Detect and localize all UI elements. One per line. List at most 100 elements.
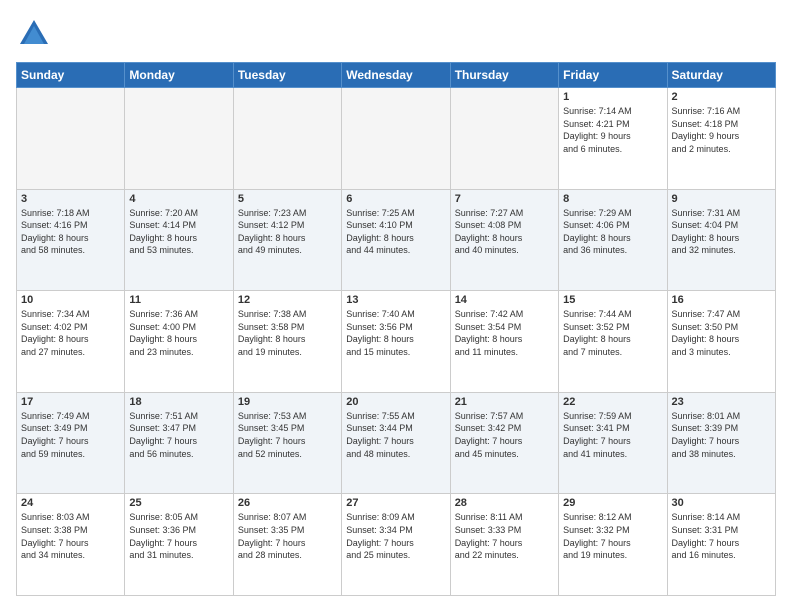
day-info: Sunrise: 7:25 AM Sunset: 4:10 PM Dayligh… [346,207,445,257]
day-info: Sunrise: 7:14 AM Sunset: 4:21 PM Dayligh… [563,105,662,155]
day-number: 18 [129,396,228,408]
calendar-cell: 1Sunrise: 7:14 AM Sunset: 4:21 PM Daylig… [559,88,667,190]
calendar-cell [450,88,558,190]
calendar-cell: 13 Sunrise: 7:40 AM Sunset: 3:56 PM Dayli… [342,291,450,393]
calendar-cell: 17 Sunrise: 7:49 AM Sunset: 3:49 PM Dayli… [17,392,125,494]
day-info: Sunrise: 7:42 AM Sunset: 3:54 PM Dayligh… [455,308,554,358]
weekday-header-row: SundayMondayTuesdayWednesdayThursdayFrid… [17,63,776,88]
header [16,16,776,52]
day-info: Sunrise: 7:51 AM Sunset: 3:47 PM Dayligh… [129,410,228,460]
calendar-cell: 23 Sunrise: 8:01 AM Sunset: 3:39 PM Dayli… [667,392,775,494]
day-info: Sunrise: 7:23 AM Sunset: 4:12 PM Dayligh… [238,207,337,257]
day-info: Sunrise: 8:09 AM Sunset: 3:34 PM Dayligh… [346,511,445,561]
calendar-cell: 21 Sunrise: 7:57 AM Sunset: 3:42 PM Dayli… [450,392,558,494]
weekday-header-saturday: Saturday [667,63,775,88]
weekday-header-thursday: Thursday [450,63,558,88]
day-info: Sunrise: 7:59 AM Sunset: 3:41 PM Dayligh… [563,410,662,460]
calendar-cell: 29 Sunrise: 8:12 AM Sunset: 3:32 PM Dayli… [559,494,667,596]
day-number: 29 [563,497,662,509]
calendar-cell: 5 Sunrise: 7:23 AM Sunset: 4:12 PM Daylig… [233,189,341,291]
day-number: 23 [672,396,771,408]
day-number: 6 [346,193,445,205]
day-number: 26 [238,497,337,509]
calendar-cell: 27 Sunrise: 8:09 AM Sunset: 3:34 PM Dayli… [342,494,450,596]
day-number: 25 [129,497,228,509]
day-info: Sunrise: 7:57 AM Sunset: 3:42 PM Dayligh… [455,410,554,460]
day-number: 3 [21,193,120,205]
week-row-4: 17 Sunrise: 7:49 AM Sunset: 3:49 PM Dayli… [17,392,776,494]
calendar-cell: 10 Sunrise: 7:34 AM Sunset: 4:02 PM Dayli… [17,291,125,393]
calendar-cell: 14 Sunrise: 7:42 AM Sunset: 3:54 PM Dayli… [450,291,558,393]
weekday-header-friday: Friday [559,63,667,88]
day-number: 13 [346,294,445,306]
day-number: 9 [672,193,771,205]
day-info: Sunrise: 7:27 AM Sunset: 4:08 PM Dayligh… [455,207,554,257]
day-info: Sunrise: 7:34 AM Sunset: 4:02 PM Dayligh… [21,308,120,358]
day-number: 27 [346,497,445,509]
calendar-cell: 4 Sunrise: 7:20 AM Sunset: 4:14 PM Daylig… [125,189,233,291]
logo-icon [16,16,52,52]
calendar-cell [342,88,450,190]
day-info: Sunrise: 8:12 AM Sunset: 3:32 PM Dayligh… [563,511,662,561]
weekday-header-tuesday: Tuesday [233,63,341,88]
day-number: 24 [21,497,120,509]
day-number: 28 [455,497,554,509]
weekday-header-monday: Monday [125,63,233,88]
day-info: Sunrise: 8:14 AM Sunset: 3:31 PM Dayligh… [672,511,771,561]
day-number: 14 [455,294,554,306]
day-number: 22 [563,396,662,408]
calendar-cell: 22 Sunrise: 7:59 AM Sunset: 3:41 PM Dayli… [559,392,667,494]
day-info: Sunrise: 7:31 AM Sunset: 4:04 PM Dayligh… [672,207,771,257]
day-info: Sunrise: 7:40 AM Sunset: 3:56 PM Dayligh… [346,308,445,358]
weekday-header-wednesday: Wednesday [342,63,450,88]
day-info: Sunrise: 8:03 AM Sunset: 3:38 PM Dayligh… [21,511,120,561]
week-row-1: 1Sunrise: 7:14 AM Sunset: 4:21 PM Daylig… [17,88,776,190]
calendar-cell: 24 Sunrise: 8:03 AM Sunset: 3:38 PM Dayli… [17,494,125,596]
calendar-cell: 26 Sunrise: 8:07 AM Sunset: 3:35 PM Dayli… [233,494,341,596]
calendar-cell: 20Sunrise: 7:55 AM Sunset: 3:44 PM Dayli… [342,392,450,494]
day-info: Sunrise: 7:44 AM Sunset: 3:52 PM Dayligh… [563,308,662,358]
day-number: 30 [672,497,771,509]
day-number: 15 [563,294,662,306]
calendar-cell [233,88,341,190]
day-number: 10 [21,294,120,306]
day-info: Sunrise: 7:18 AM Sunset: 4:16 PM Dayligh… [21,207,120,257]
week-row-3: 10 Sunrise: 7:34 AM Sunset: 4:02 PM Dayli… [17,291,776,393]
calendar-cell: 3 Sunrise: 7:18 AM Sunset: 4:16 PM Daylig… [17,189,125,291]
day-info: Sunrise: 7:47 AM Sunset: 3:50 PM Dayligh… [672,308,771,358]
day-info: Sunrise: 8:11 AM Sunset: 3:33 PM Dayligh… [455,511,554,561]
day-info: Sunrise: 7:16 AM Sunset: 4:18 PM Dayligh… [672,105,771,155]
calendar-cell: 19Sunrise: 7:53 AM Sunset: 3:45 PM Dayli… [233,392,341,494]
calendar-cell: 11Sunrise: 7:36 AM Sunset: 4:00 PM Dayli… [125,291,233,393]
day-number: 16 [672,294,771,306]
day-number: 12 [238,294,337,306]
day-number: 21 [455,396,554,408]
day-number: 20 [346,396,445,408]
calendar-cell: 16 Sunrise: 7:47 AM Sunset: 3:50 PM Dayli… [667,291,775,393]
calendar-cell: 9 Sunrise: 7:31 AM Sunset: 4:04 PM Daylig… [667,189,775,291]
calendar-cell [125,88,233,190]
day-number: 5 [238,193,337,205]
weekday-header-sunday: Sunday [17,63,125,88]
day-number: 4 [129,193,228,205]
day-info: Sunrise: 7:38 AM Sunset: 3:58 PM Dayligh… [238,308,337,358]
logo [16,16,58,52]
day-info: Sunrise: 8:01 AM Sunset: 3:39 PM Dayligh… [672,410,771,460]
day-info: Sunrise: 7:53 AM Sunset: 3:45 PM Dayligh… [238,410,337,460]
day-info: Sunrise: 7:20 AM Sunset: 4:14 PM Dayligh… [129,207,228,257]
day-number: 2 [672,91,771,103]
calendar: SundayMondayTuesdayWednesdayThursdayFrid… [16,62,776,596]
day-info: Sunrise: 8:07 AM Sunset: 3:35 PM Dayligh… [238,511,337,561]
calendar-cell: 7 Sunrise: 7:27 AM Sunset: 4:08 PM Daylig… [450,189,558,291]
calendar-cell [17,88,125,190]
calendar-cell: 15 Sunrise: 7:44 AM Sunset: 3:52 PM Dayli… [559,291,667,393]
calendar-cell: 25 Sunrise: 8:05 AM Sunset: 3:36 PM Dayli… [125,494,233,596]
day-info: Sunrise: 7:49 AM Sunset: 3:49 PM Dayligh… [21,410,120,460]
calendar-cell: 18 Sunrise: 7:51 AM Sunset: 3:47 PM Dayli… [125,392,233,494]
day-info: Sunrise: 8:05 AM Sunset: 3:36 PM Dayligh… [129,511,228,561]
week-row-5: 24 Sunrise: 8:03 AM Sunset: 3:38 PM Dayli… [17,494,776,596]
day-number: 17 [21,396,120,408]
week-row-2: 3 Sunrise: 7:18 AM Sunset: 4:16 PM Daylig… [17,189,776,291]
day-number: 7 [455,193,554,205]
calendar-cell: 2 Sunrise: 7:16 AM Sunset: 4:18 PM Daylig… [667,88,775,190]
